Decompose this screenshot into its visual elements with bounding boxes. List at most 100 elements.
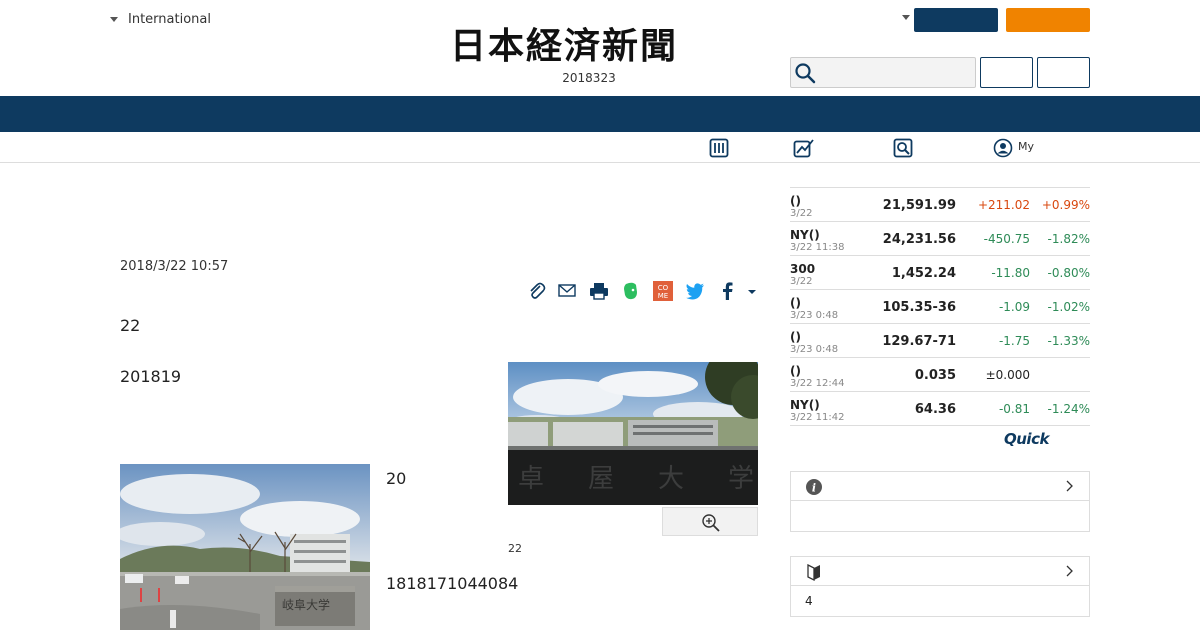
info-box-header[interactable]: i [791, 472, 1089, 501]
market-value: 1,452.24 [891, 266, 956, 281]
ranking-icon[interactable] [709, 138, 729, 158]
facebook-icon[interactable] [716, 280, 738, 302]
zoom-image-button[interactable] [662, 507, 758, 536]
svg-text:大: 大 [658, 464, 684, 494]
search-input[interactable] [790, 57, 976, 88]
clip-icon[interactable] [526, 280, 548, 302]
market-row[interactable]: () 3/23 0:48 129.67-71 -1.75 -1.33% [790, 324, 1090, 358]
market-value: 64.36 [914, 402, 956, 417]
market-name: NY() [790, 228, 820, 242]
article-paragraph: 20 [386, 469, 407, 488]
svg-text:i: i [812, 482, 816, 495]
market-pct: -1.33% [1047, 334, 1090, 348]
my-page-link[interactable]: My [1018, 140, 1034, 153]
market-time: 3/22 11:42 [790, 412, 845, 423]
chevron-right-icon [1066, 480, 1073, 492]
article-paragraph: 1818171044084 [386, 574, 519, 593]
market-name: () [790, 194, 801, 208]
article-paragraph: 22 [120, 316, 141, 335]
market-change: -11.80 [991, 266, 1030, 280]
market-pct: -0.80% [1047, 266, 1090, 280]
market-time: 3/23 0:48 [790, 310, 839, 321]
market-value: 0.035 [914, 368, 956, 383]
svg-text:屋: 屋 [588, 464, 614, 494]
market-row[interactable]: NY() 3/22 11:42 64.36 -0.81 -1.24% [790, 392, 1090, 426]
market-value: 129.67-71 [882, 334, 956, 349]
market-time: 3/22 11:38 [790, 242, 845, 253]
market-time: 3/22 12:44 [790, 378, 845, 389]
market-row[interactable]: () 3/22 21,591.99 +211.02 +0.99% [790, 188, 1090, 222]
market-change: ±0.000 [985, 368, 1030, 382]
more-caret-icon[interactable] [742, 280, 762, 302]
market-table: () 3/22 21,591.99 +211.02 +0.99% NY() 3/… [790, 187, 1090, 426]
main-navbar [0, 96, 1200, 132]
article-date: 2018/3/22 10:57 [120, 259, 229, 274]
header-date: 2018323 [562, 71, 616, 85]
logo-text: 日本経済新聞 [450, 25, 679, 67]
svg-text:CO: CO [658, 284, 669, 292]
market-pct: +0.99% [1041, 198, 1090, 212]
market-time: 3/22 [790, 276, 813, 287]
edition-label: International [128, 12, 211, 27]
edition-selector[interactable]: International [110, 12, 211, 27]
chart-icon[interactable] [793, 138, 815, 158]
zoom-in-icon [702, 514, 720, 532]
campus-photo-image: 卓 屋 大 学 [508, 362, 758, 505]
article-photo[interactable]: 岐阜大学 [120, 464, 370, 630]
article-photo[interactable]: 卓 屋 大 学 [508, 362, 758, 505]
market-value: 24,231.56 [882, 232, 956, 247]
article-paragraph: 201819 [120, 367, 182, 386]
beginner-box: 4 [790, 556, 1090, 617]
print-icon[interactable] [588, 280, 610, 302]
info-box-body [791, 501, 1089, 531]
register-button[interactable] [1037, 57, 1090, 88]
market-row[interactable]: () 3/22 12:44 0.035 ±0.000 [790, 358, 1090, 392]
twitter-icon[interactable] [684, 280, 706, 302]
market-name: () [790, 330, 801, 344]
market-time: 3/23 0:48 [790, 344, 839, 355]
chevron-down-icon[interactable] [902, 15, 910, 20]
account-button[interactable] [914, 8, 998, 32]
chevron-down-icon [110, 17, 118, 22]
come-icon[interactable]: CO ME [652, 280, 674, 302]
quick-logo[interactable]: Quick [1004, 430, 1049, 448]
beginner-box-header[interactable] [791, 557, 1089, 586]
market-name: NY() [790, 398, 820, 412]
market-change: -1.09 [998, 300, 1030, 314]
market-pct: -1.02% [1047, 300, 1090, 314]
site-header: International 日本経済新聞 2018323 [0, 0, 1200, 96]
market-time: 3/22 [790, 208, 813, 219]
beginner-box-body: 4 [791, 586, 1089, 616]
site-logo[interactable]: 日本経済新聞 [450, 26, 750, 66]
mail-icon[interactable] [556, 280, 578, 302]
market-pct: -1.24% [1047, 402, 1090, 416]
market-change: -1.75 [998, 334, 1030, 348]
svg-text:学: 学 [728, 464, 754, 494]
login-button[interactable] [980, 57, 1033, 88]
photo-caption: 22 [508, 542, 522, 555]
beginner-mark-icon [807, 563, 820, 581]
market-value: 105.35-36 [882, 300, 956, 315]
market-row[interactable]: () 3/23 0:48 105.35-36 -1.09 -1.02% [790, 290, 1090, 324]
market-change: -450.75 [983, 232, 1030, 246]
chevron-right-icon [1066, 565, 1073, 577]
market-row[interactable]: 300 3/22 1,452.24 -11.80 -0.80% [790, 256, 1090, 290]
search-news-icon[interactable] [893, 138, 913, 158]
user-icon[interactable] [993, 138, 1013, 158]
market-name: () [790, 296, 801, 310]
market-change: +211.02 [977, 198, 1030, 212]
info-box: i [790, 471, 1090, 532]
beginner-box-text: 4 [805, 594, 813, 608]
market-value: 21,591.99 [882, 198, 956, 213]
share-toolbar: CO ME [526, 280, 766, 302]
search-icon[interactable] [794, 62, 816, 84]
market-name: () [790, 364, 801, 378]
svg-text:岐阜大学: 岐阜大学 [282, 597, 330, 612]
info-icon: i [806, 479, 822, 495]
evernote-icon[interactable] [620, 280, 642, 302]
campus-entrance-image: 岐阜大学 [120, 464, 370, 630]
market-row[interactable]: NY() 3/22 11:38 24,231.56 -450.75 -1.82% [790, 222, 1090, 256]
market-name: 300 [790, 262, 816, 276]
subscribe-button[interactable] [1006, 8, 1090, 32]
svg-text:卓: 卓 [518, 464, 544, 494]
